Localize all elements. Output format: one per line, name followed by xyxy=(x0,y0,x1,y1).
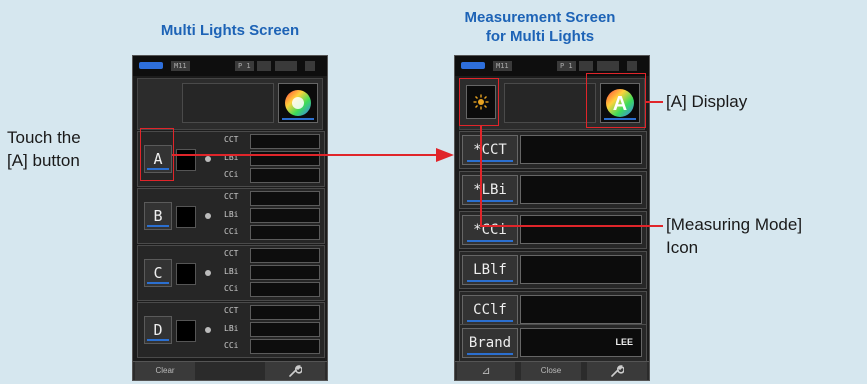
lbi-value xyxy=(250,322,320,337)
close-button[interactable]: Close xyxy=(521,362,581,380)
touch-note-line2: [A] button xyxy=(7,151,80,170)
measure-row-cct: *CCT xyxy=(459,131,647,169)
light-row-b: B CCT LBi CCi xyxy=(137,188,325,244)
cci-value xyxy=(250,282,320,297)
status-block xyxy=(257,61,271,71)
cci-button[interactable]: *CCi xyxy=(462,215,518,245)
status-bar: M11 P 1 xyxy=(133,56,327,76)
cct-label: CCT xyxy=(224,249,239,258)
status-block xyxy=(597,61,619,71)
light-b-swatch xyxy=(176,206,196,228)
cclf-value xyxy=(520,295,642,324)
multi-lights-screen: M11 P 1 A CCT LBi CCi B CCT LBi CCi C CC… xyxy=(132,55,328,381)
lbi-value xyxy=(520,175,642,204)
memory-indicator: M11 xyxy=(171,61,190,71)
delta-button[interactable]: ⊿ xyxy=(457,362,515,380)
highlight-a-button xyxy=(140,128,174,181)
cct-value xyxy=(250,191,320,206)
light-row-c: C CCT LBi CCi xyxy=(137,245,325,301)
lblf-value xyxy=(520,255,642,284)
cci-label: CCi xyxy=(224,341,239,350)
light-c-dot xyxy=(205,270,211,276)
empty-field xyxy=(504,83,596,123)
measure-row-cci: *CCi xyxy=(459,211,647,249)
lblf-button[interactable]: LBlf xyxy=(462,255,518,285)
settings-button[interactable] xyxy=(265,362,325,380)
sync-icon xyxy=(627,61,637,71)
lbi-label: LBi xyxy=(224,324,239,333)
battery-icon xyxy=(139,62,163,69)
highlight-mode-icon xyxy=(459,78,499,126)
page-indicator: P 1 xyxy=(235,61,254,71)
lbi-value xyxy=(250,265,320,280)
cct-value xyxy=(250,134,320,149)
lbi-button[interactable]: *LBi xyxy=(462,175,518,205)
page-indicator: P 1 xyxy=(557,61,576,71)
status-block xyxy=(579,61,593,71)
top-panel xyxy=(137,78,323,130)
measurement-heading-line1: Measurement Screen xyxy=(464,9,616,26)
multi-lights-heading: Multi Lights Screen xyxy=(160,22,300,39)
battery-icon xyxy=(461,62,485,69)
cct-value xyxy=(250,248,320,263)
light-a-swatch xyxy=(176,149,196,171)
bottom-bar: Clear xyxy=(133,361,327,380)
cci-label: CCi xyxy=(224,170,239,179)
a-display-label: [A] Display xyxy=(666,92,748,111)
measure-row-lblf: LBlf xyxy=(459,251,647,289)
cci-label: CCi xyxy=(224,284,239,293)
display-leader-line xyxy=(645,101,663,103)
light-c-button[interactable]: C xyxy=(144,259,172,287)
measurement-heading-line2: for Multi Lights xyxy=(485,28,595,45)
color-wheel-icon xyxy=(285,90,311,116)
cct-label: CCT xyxy=(224,192,239,201)
light-row-d: D CCT LBi CCi xyxy=(137,302,325,358)
cci-value xyxy=(250,339,320,354)
mode-vertical-line xyxy=(480,126,482,226)
light-b-dot xyxy=(205,213,211,219)
connector-line xyxy=(172,154,438,156)
mode-label-line2: Icon xyxy=(666,238,699,257)
settings-button[interactable] xyxy=(587,362,647,380)
cct-value xyxy=(250,305,320,320)
light-d-button[interactable]: D xyxy=(144,316,172,344)
cct-label: CCT xyxy=(224,135,239,144)
measure-row-lbi: *LBi xyxy=(459,171,647,209)
wrench-icon xyxy=(611,365,625,377)
light-b-button[interactable]: B xyxy=(144,202,172,230)
lbi-label: LBi xyxy=(224,267,239,276)
brand-value: LEE xyxy=(520,328,642,357)
light-d-swatch xyxy=(176,320,196,342)
cci-value xyxy=(520,215,642,244)
cct-label: CCT xyxy=(224,306,239,315)
memory-indicator: M11 xyxy=(493,61,512,71)
lbi-label: LBi xyxy=(224,210,239,219)
mode-label-line1: [Measuring Mode] xyxy=(666,215,803,234)
brand-button[interactable]: Brand xyxy=(462,328,518,358)
cci-value xyxy=(250,168,320,183)
wrench-icon xyxy=(289,365,303,377)
empty-field xyxy=(182,83,274,123)
arrow-head xyxy=(436,148,454,162)
light-d-dot xyxy=(205,327,211,333)
status-block xyxy=(275,61,297,71)
measure-row-brand: Brand LEE xyxy=(459,324,647,362)
clear-button[interactable]: Clear xyxy=(135,362,195,380)
light-c-swatch xyxy=(176,263,196,285)
cclf-button[interactable]: CClf xyxy=(462,295,518,325)
mode-leader-line xyxy=(480,225,663,227)
cci-label: CCi xyxy=(224,227,239,236)
cct-value xyxy=(520,135,642,164)
cct-button[interactable]: *CCT xyxy=(462,135,518,165)
highlight-a-display xyxy=(586,73,646,128)
lbi-value xyxy=(250,208,320,223)
bottom-bar: ⊿ Close xyxy=(455,361,649,380)
cci-value xyxy=(250,225,320,240)
touch-note-line1: Touch the xyxy=(7,128,81,147)
color-wheel-button[interactable] xyxy=(278,83,318,123)
sync-icon xyxy=(305,61,315,71)
light-a-dot xyxy=(205,156,211,162)
